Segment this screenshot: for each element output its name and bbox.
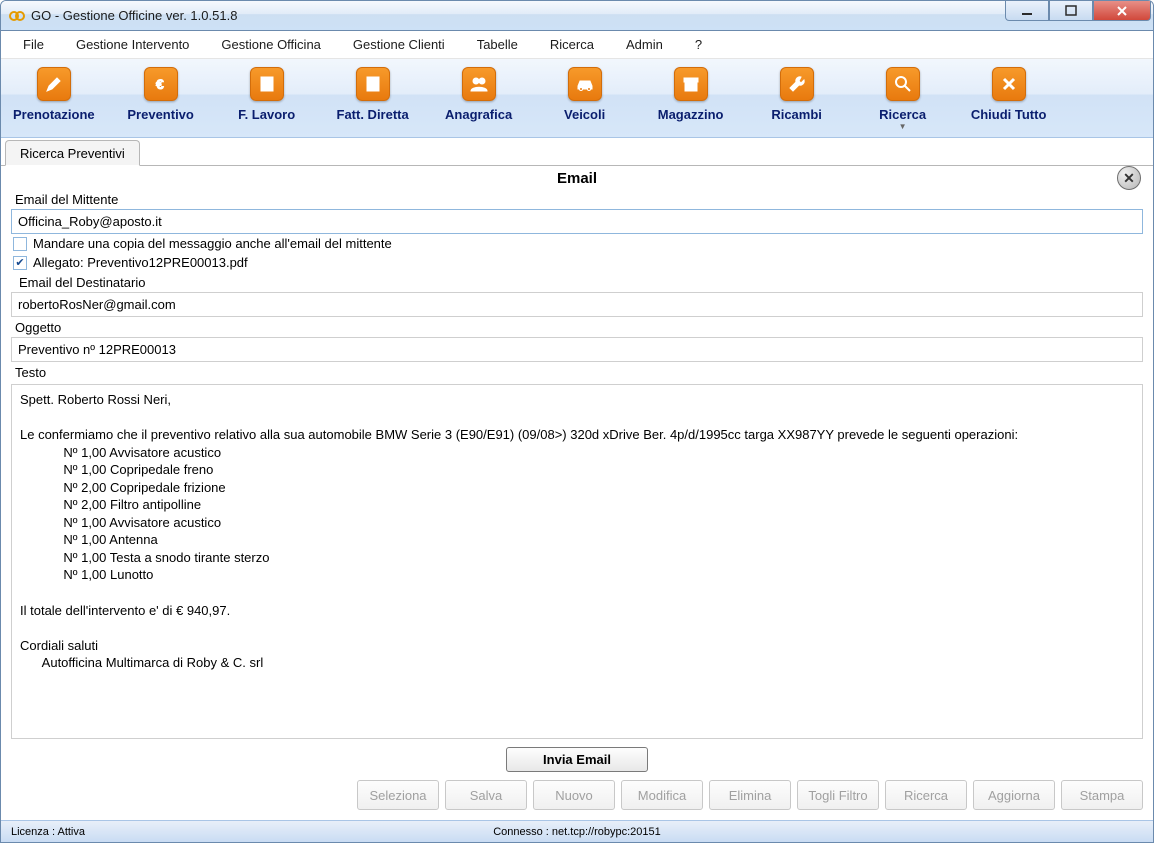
body-label: Testo bbox=[5, 362, 1149, 382]
salva-button[interactable]: Salva bbox=[445, 780, 527, 810]
search-icon bbox=[886, 67, 920, 101]
elimina-button[interactable]: Elimina bbox=[709, 780, 791, 810]
connection-status: Connesso : net.tcp://robypc:20151 bbox=[1, 826, 1153, 838]
euro-icon: € bbox=[144, 67, 178, 101]
minimize-button[interactable] bbox=[1005, 1, 1049, 21]
aggiorna-button[interactable]: Aggiorna bbox=[973, 780, 1055, 810]
stampa-button[interactable]: Stampa bbox=[1061, 780, 1143, 810]
wrench-icon bbox=[780, 67, 814, 101]
tabstrip: Ricerca Preventivi bbox=[1, 138, 1153, 166]
menu-gestione-officina[interactable]: Gestione Officina bbox=[207, 33, 334, 56]
attachment-row[interactable]: ✔ Allegato: Preventivo12PRE00013.pdf bbox=[5, 253, 1149, 272]
menu-file[interactable]: File bbox=[9, 33, 58, 56]
menu-admin[interactable]: Admin bbox=[612, 33, 677, 56]
sender-input[interactable] bbox=[11, 209, 1143, 234]
car-icon bbox=[568, 67, 602, 101]
cc-self-label: Mandare una copia del messaggio anche al… bbox=[33, 236, 392, 251]
content: Email ✕ Email del Mittente Mandare una c… bbox=[1, 166, 1153, 820]
archive-icon bbox=[674, 67, 708, 101]
toolbar-ricambi[interactable]: Ricambi bbox=[757, 67, 837, 131]
attachment-label: Allegato: Preventivo12PRE00013.pdf bbox=[33, 255, 248, 270]
send-email-button[interactable]: Invia Email bbox=[506, 747, 648, 772]
pencil-icon bbox=[37, 67, 71, 101]
toolbar-anagrafica[interactable]: Anagrafica bbox=[439, 67, 519, 131]
seleziona-button[interactable]: Seleziona bbox=[357, 780, 439, 810]
close-icon bbox=[992, 67, 1026, 101]
svg-text:€: € bbox=[156, 76, 164, 92]
body-textarea[interactable]: Spett. Roberto Rossi Neri, Le confermiam… bbox=[11, 384, 1143, 739]
window-controls bbox=[1005, 1, 1151, 21]
action-bar: Seleziona Salva Nuovo Modifica Elimina T… bbox=[5, 780, 1149, 816]
menu-ricerca[interactable]: Ricerca bbox=[536, 33, 608, 56]
attachment-checkbox[interactable]: ✔ bbox=[13, 256, 27, 270]
window-title: GO - Gestione Officine ver. 1.0.51.8 bbox=[31, 8, 237, 23]
invoice-icon bbox=[356, 67, 390, 101]
ricerca-button[interactable]: Ricerca bbox=[885, 780, 967, 810]
toolbar-chiudi-tutto[interactable]: Chiudi Tutto bbox=[969, 67, 1049, 131]
maximize-button[interactable] bbox=[1049, 1, 1093, 21]
panel-title: Email bbox=[557, 170, 597, 187]
subject-label: Oggetto bbox=[5, 317, 1149, 337]
toolbar-preventivo[interactable]: € Preventivo bbox=[121, 67, 201, 131]
togli-filtro-button[interactable]: Togli Filtro bbox=[797, 780, 879, 810]
app-icon bbox=[9, 8, 25, 24]
sender-label: Email del Mittente bbox=[5, 189, 1149, 209]
panel-close-button[interactable]: ✕ bbox=[1117, 166, 1141, 190]
cc-self-checkbox[interactable] bbox=[13, 237, 27, 251]
recipient-label: Email del Destinatario bbox=[5, 272, 1149, 292]
menubar: File Gestione Intervento Gestione Offici… bbox=[1, 31, 1153, 59]
menu-gestione-clienti[interactable]: Gestione Clienti bbox=[339, 33, 459, 56]
toolbar-veicoli[interactable]: Veicoli bbox=[545, 67, 625, 131]
tab-ricerca-preventivi[interactable]: Ricerca Preventivi bbox=[5, 140, 140, 166]
cc-self-row[interactable]: Mandare una copia del messaggio anche al… bbox=[5, 234, 1149, 253]
menu-tabelle[interactable]: Tabelle bbox=[463, 33, 532, 56]
subject-input[interactable] bbox=[11, 337, 1143, 362]
toolbar-magazzino[interactable]: Magazzino bbox=[651, 67, 731, 131]
users-icon bbox=[462, 67, 496, 101]
titlebar: GO - Gestione Officine ver. 1.0.51.8 bbox=[1, 1, 1153, 31]
license-status: Licenza : Attiva bbox=[11, 826, 85, 838]
toolbar-f-lavoro[interactable]: F. Lavoro bbox=[227, 67, 307, 131]
statusbar: Licenza : Attiva Connesso : net.tcp://ro… bbox=[1, 820, 1153, 842]
chevron-down-icon: ▼ bbox=[899, 122, 907, 131]
toolbar: Prenotazione € Preventivo F. Lavoro Fatt… bbox=[1, 59, 1153, 138]
panel-header: Email ✕ bbox=[5, 166, 1149, 189]
toolbar-ricerca[interactable]: Ricerca ▼ bbox=[863, 67, 943, 131]
toolbar-fatt-diretta[interactable]: Fatt. Diretta bbox=[333, 67, 413, 131]
close-button[interactable] bbox=[1093, 1, 1151, 21]
modifica-button[interactable]: Modifica bbox=[621, 780, 703, 810]
document-icon bbox=[250, 67, 284, 101]
nuovo-button[interactable]: Nuovo bbox=[533, 780, 615, 810]
recipient-input[interactable] bbox=[11, 292, 1143, 317]
menu-help[interactable]: ? bbox=[681, 33, 716, 56]
toolbar-prenotazione[interactable]: Prenotazione bbox=[13, 67, 95, 131]
menu-gestione-intervento[interactable]: Gestione Intervento bbox=[62, 33, 203, 56]
